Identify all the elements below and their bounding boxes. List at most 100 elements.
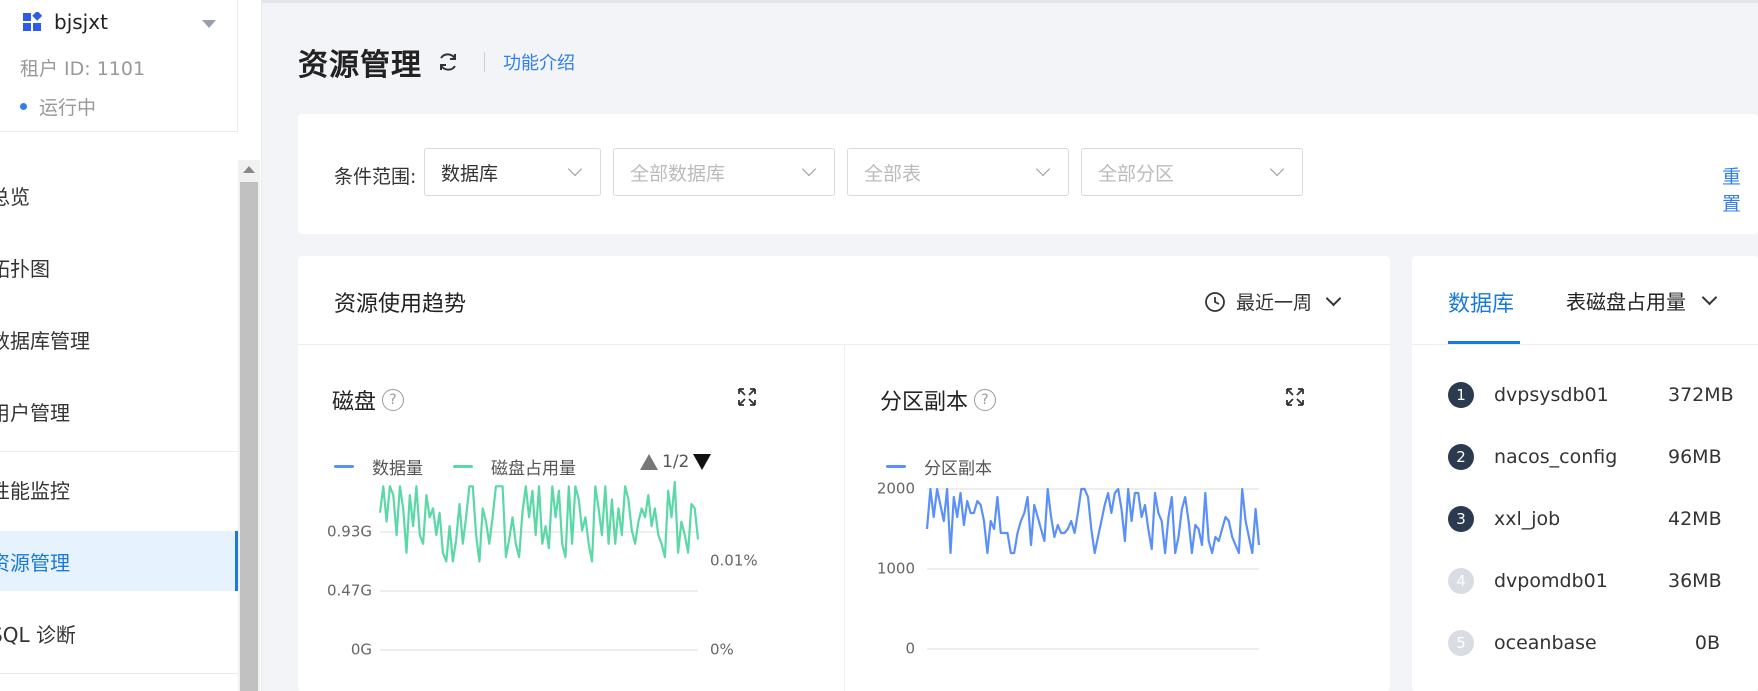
legend-swatch: [886, 465, 906, 468]
partition-select-placeholder: 全部分区: [1098, 162, 1175, 185]
sidebar-item-label: 用户管理: [0, 400, 70, 425]
sidebar-item-label: 总览: [0, 184, 30, 209]
database-size: 372MB: [1668, 384, 1734, 406]
rank-badge: 2: [1448, 444, 1474, 470]
refresh-icon[interactable]: [436, 50, 460, 74]
database-name: xxl_job: [1494, 508, 1561, 530]
help-icon[interactable]: ?: [974, 389, 997, 411]
sidebar: bjsjxt 租户 ID: 1101 运行中 总览 拓扑图 数据库管理 用户管理…: [0, 0, 262, 691]
database-name: dvpsysdb01: [1494, 384, 1609, 406]
sidebar-scrollbar[interactable]: [238, 160, 260, 691]
legend-swatch: [334, 465, 354, 468]
list-item[interactable]: 1 dvpsysdb01 372MB: [1448, 375, 1758, 415]
rank-badge: 4: [1448, 568, 1474, 594]
tenant-name: bjsjxt: [54, 10, 108, 34]
pager-next-icon[interactable]: [693, 454, 712, 470]
tenant-status-text: 运行中: [39, 97, 97, 119]
list-item[interactable]: 2 nacos_config 96MB: [1448, 437, 1758, 477]
legend-label: 分区副本: [924, 459, 992, 479]
pager-prev-icon[interactable]: [640, 454, 658, 470]
tab-database[interactable]: 数据库: [1448, 286, 1514, 318]
database-name: dvpomdb01: [1494, 570, 1608, 592]
series-line-partition-replica: [925, 487, 1261, 555]
tenant-row[interactable]: bjsjxt: [22, 10, 108, 34]
trend-title: 资源使用趋势: [334, 292, 467, 317]
rank-badge: 1: [1448, 382, 1474, 408]
chevron-down-icon: [1035, 161, 1051, 177]
tenant-dropdown-icon[interactable]: [202, 20, 216, 28]
time-range-value: 最近一周: [1236, 292, 1313, 314]
sidebar-item-sql-diagnosis[interactable]: SQL 诊断: [0, 603, 238, 663]
table-select[interactable]: 全部表: [847, 148, 1069, 196]
database-select[interactable]: 全部数据库: [613, 148, 835, 196]
help-icon[interactable]: ?: [382, 389, 405, 411]
list-item[interactable]: 3 xxl_job 42MB: [1448, 499, 1758, 539]
chevron-down-icon: [1701, 289, 1718, 306]
disk-legend: 数据量 磁盘占用量: [334, 454, 606, 479]
page-header: 资源管理 功能介绍: [298, 40, 575, 84]
main-content: 资源管理 功能介绍 条件范围: 数据库 全部数据库 全部表 全部分区 重置 资源…: [262, 0, 1758, 691]
sidebar-item-overview[interactable]: 总览: [0, 165, 238, 225]
sidebar-item-user-management[interactable]: 用户管理: [0, 381, 238, 441]
sidebar-item-label: 数据库管理: [0, 328, 90, 353]
legend-item-disk-usage[interactable]: 磁盘占用量: [453, 454, 576, 479]
menu-divider: [0, 451, 238, 452]
reset-button[interactable]: 重置: [1722, 162, 1758, 216]
expand-icon[interactable]: [1286, 388, 1304, 406]
status-dot-icon: [20, 103, 27, 110]
series-line-disk-usage: [378, 480, 700, 563]
replica-title: 分区副本: [880, 390, 969, 415]
sidebar-item-topology[interactable]: 拓扑图: [0, 237, 238, 297]
chevron-down-icon: [1325, 290, 1342, 307]
scrollbar-thumb[interactable]: [240, 182, 258, 691]
list-item[interactable]: 4 dvpomdb01 36MB: [1448, 561, 1758, 601]
y2-tick-label: 0.02%: [710, 478, 758, 482]
disk-chart: 1.4G 0.93G 0.47G 0G 0.02% 0.01% 0%: [327, 478, 758, 659]
sidebar-item-label: 资源管理: [0, 550, 70, 575]
sidebar-item-label: SQL 诊断: [0, 622, 76, 647]
top-border: [262, 0, 1758, 3]
database-name: oceanbase: [1494, 632, 1597, 654]
table-select-placeholder: 全部表: [864, 162, 922, 185]
expand-icon[interactable]: [738, 388, 756, 406]
partition-select[interactable]: 全部分区: [1081, 148, 1303, 196]
header-separator: [484, 52, 485, 72]
chevron-down-icon: [801, 161, 817, 177]
scope-select-value: 数据库: [441, 162, 499, 185]
legend-swatch: [453, 465, 473, 468]
rank-badge: 5: [1448, 630, 1474, 656]
menu-divider: [0, 673, 238, 674]
database-size: 42MB: [1668, 508, 1722, 530]
tenant-switcher[interactable]: bjsjxt 租户 ID: 1101 运行中: [0, 0, 238, 132]
sidebar-item-label: 性能监控: [0, 478, 70, 503]
legend-label: 磁盘占用量: [491, 459, 576, 479]
disk-panel-title: 磁盘 ?: [332, 384, 405, 416]
rank-badge: 3: [1448, 506, 1474, 532]
scroll-up-arrow-icon[interactable]: [243, 166, 255, 173]
time-range-picker[interactable]: 最近一周: [1204, 288, 1342, 315]
clock-icon: [1205, 291, 1225, 312]
metric-select[interactable]: 表磁盘占用量: [1566, 286, 1718, 315]
legend-item-data-volume[interactable]: 数据量: [334, 454, 423, 479]
tenant-status: 运行中: [20, 93, 96, 120]
feature-intro-link[interactable]: 功能介绍: [503, 49, 575, 75]
legend-item-partition-replica[interactable]: 分区副本: [886, 454, 992, 479]
y-tick-label: 0.93G: [327, 523, 372, 541]
list-item[interactable]: 5 oceanbase 0B: [1448, 623, 1758, 663]
y-tick-label: 0: [905, 640, 915, 658]
scope-select[interactable]: 数据库: [424, 148, 601, 196]
resource-trend-card: 资源使用趋势 最近一周 磁盘 ? 数据量 磁盘占用量 1/2 0.93G 0.4…: [298, 256, 1390, 691]
y-tick-label: 1000: [877, 560, 915, 578]
sidebar-item-database-management[interactable]: 数据库管理: [0, 309, 238, 369]
sidebar-item-performance-monitoring[interactable]: 性能监控: [0, 459, 238, 519]
database-size: 96MB: [1668, 446, 1722, 468]
legend-pager: 1/2: [640, 452, 712, 472]
pager-text: 1/2: [662, 452, 690, 472]
sidebar-item-resource-management[interactable]: 资源管理: [0, 531, 238, 591]
replica-panel-title: 分区副本 ?: [880, 384, 997, 416]
database-size: 0B: [1694, 632, 1720, 654]
ranking-divider: [1412, 344, 1758, 345]
replica-chart: 2000 1000 0: [877, 480, 1261, 658]
metric-select-value: 表磁盘占用量: [1566, 290, 1686, 314]
y2-tick-label: 0%: [710, 641, 734, 659]
